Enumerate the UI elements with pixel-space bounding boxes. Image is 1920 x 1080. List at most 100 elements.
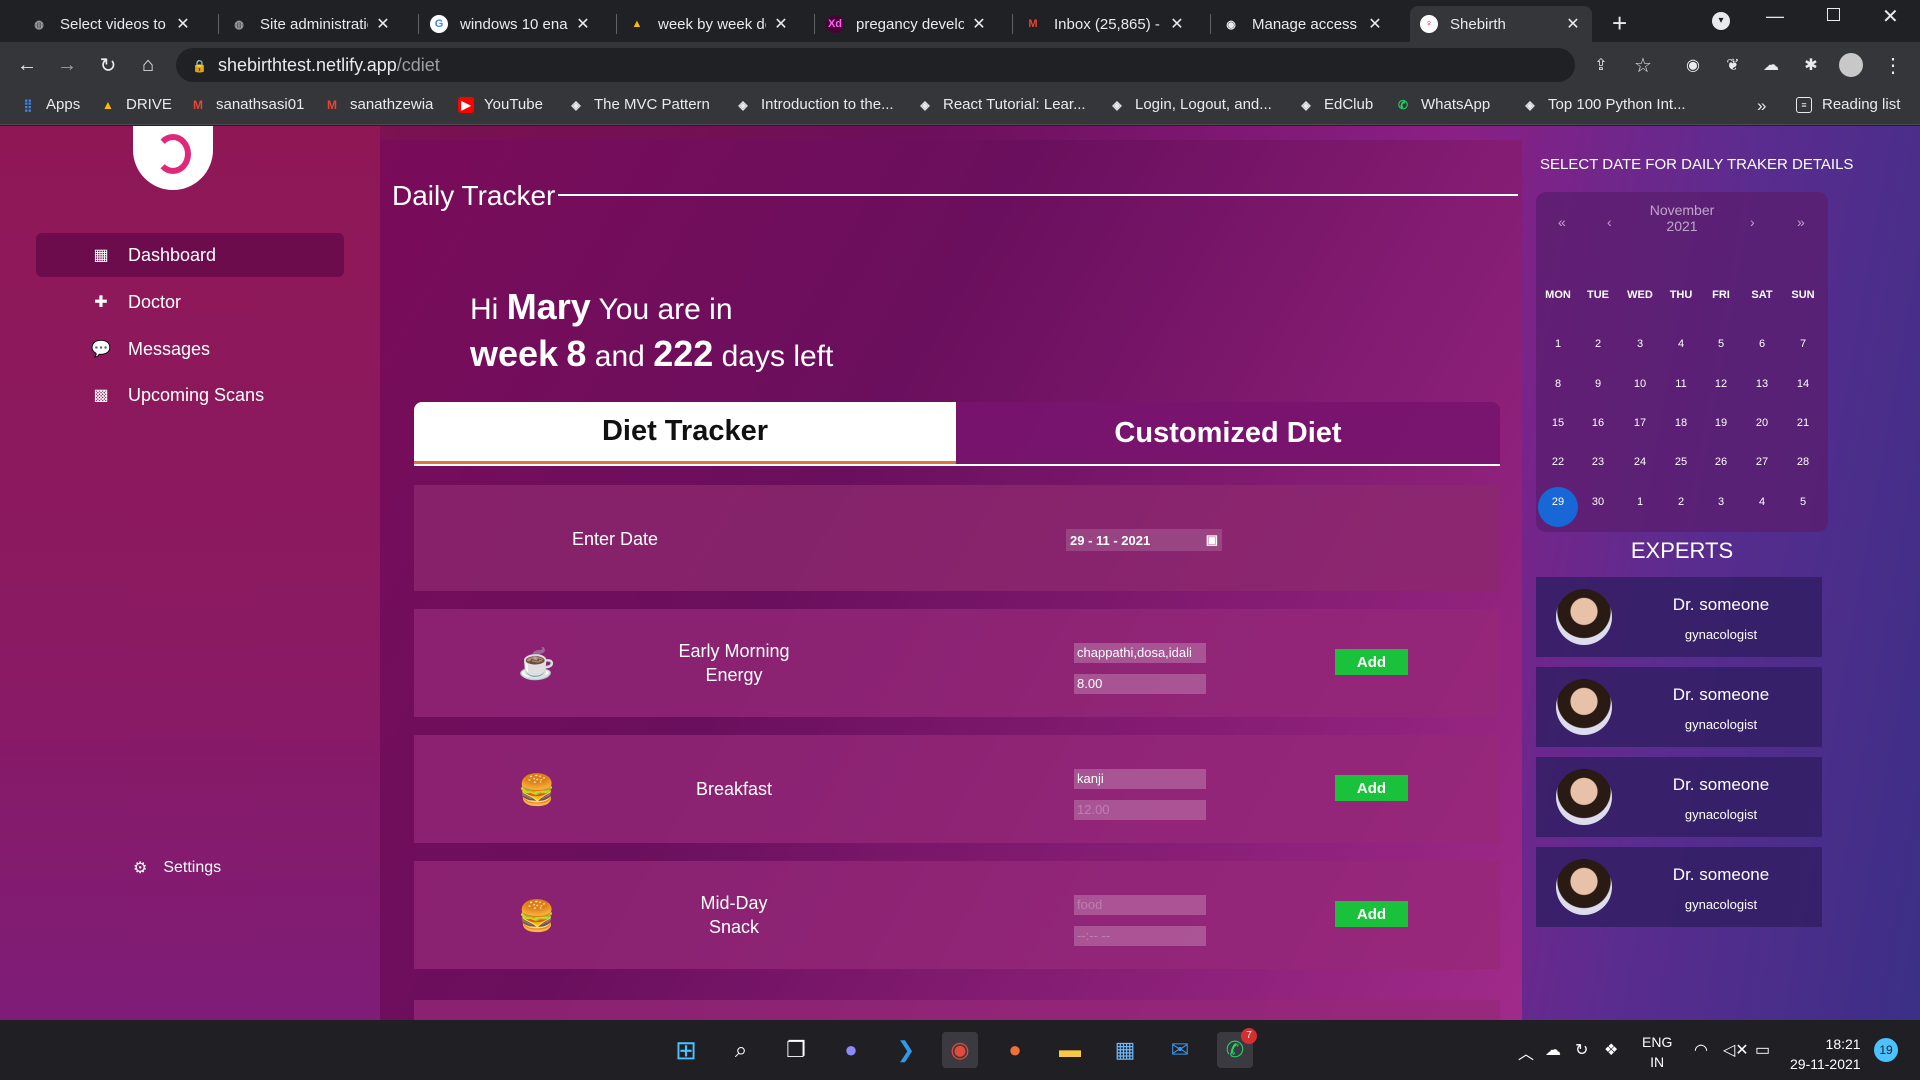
whatsapp-taskbar-icon[interactable]: ✆ 7 <box>1217 1028 1257 1068</box>
bookmark-item[interactable]: ◈ Login, Logout, and... <box>1109 96 1271 113</box>
tab-close-icon[interactable]: ✕ <box>374 14 392 34</box>
bookmark-item[interactable]: ◈ Introduction to the... <box>735 96 893 113</box>
tray-chevron-icon[interactable]: ︿ <box>1518 1040 1534 1064</box>
extension-3-icon[interactable]: ☁ <box>1756 50 1786 80</box>
calendar-day[interactable]: 7 <box>1783 338 1823 350</box>
extension-2-icon[interactable]: ❦ <box>1718 50 1748 80</box>
extension-1-icon[interactable]: ◉ <box>1678 50 1708 80</box>
expert-card[interactable]: Dr. someone gynacologist <box>1536 667 1822 747</box>
browser-tab[interactable]: ◍ Select videos to cl ✕ <box>20 6 202 42</box>
notification-badge[interactable]: 19 <box>1874 1038 1898 1062</box>
calendar-day[interactable]: 28 <box>1783 456 1823 468</box>
wifi-icon[interactable]: ◠ <box>1694 1040 1708 1060</box>
food-input[interactable]: chappathi,dosa,idali <box>1074 643 1206 663</box>
browser-tab[interactable]: Xd pregancy develop ✕ <box>816 6 998 42</box>
bookmark-item[interactable]: ▶ YouTube <box>458 96 543 113</box>
sidebar-item-upcoming-scans[interactable]: ▩ Upcoming Scans <box>36 373 344 417</box>
postman-icon[interactable]: ● <box>997 1032 1033 1068</box>
app-tray-icon[interactable]: ❖ <box>1604 1040 1618 1060</box>
tab-customized-diet[interactable]: Customized Diet <box>956 402 1500 464</box>
reading-list-button[interactable]: ≡ Reading list <box>1796 96 1900 113</box>
calendar-day[interactable]: 18 <box>1661 417 1701 429</box>
calendar-day[interactable]: 24 <box>1620 456 1660 468</box>
search-icon[interactable]: ⌕ <box>723 1032 759 1068</box>
language-indicator[interactable]: ENG IN <box>1642 1032 1672 1072</box>
calendar-day[interactable]: 13 <box>1742 378 1782 390</box>
tab-diet-tracker[interactable]: Diet Tracker <box>414 402 956 464</box>
star-icon[interactable]: ☆ <box>1628 50 1658 80</box>
calendar-day[interactable]: 12 <box>1701 378 1741 390</box>
expert-card[interactable]: Dr. someone gynacologist <box>1536 847 1822 927</box>
calendar-day[interactable]: 19 <box>1701 417 1741 429</box>
calendar-day[interactable]: 4 <box>1661 338 1701 350</box>
date-input[interactable]: 29 - 11 - 2021 ▣ <box>1066 529 1222 551</box>
extensions-puzzle-icon[interactable]: ✱ <box>1796 50 1826 80</box>
profile-avatar[interactable] <box>1836 50 1866 80</box>
next-year-button[interactable]: » <box>1797 214 1805 230</box>
time-input[interactable]: 12.00 <box>1074 800 1206 820</box>
time-input[interactable]: 8.00 <box>1074 674 1206 694</box>
mail-icon[interactable]: ✉ <box>1162 1032 1198 1068</box>
sync-icon[interactable]: ↻ <box>1575 1040 1588 1060</box>
battery-icon[interactable]: ▭ <box>1755 1040 1770 1060</box>
share-icon[interactable]: ⇪ <box>1586 50 1616 80</box>
sidebar-item-doctor[interactable]: ✚ Doctor <box>36 280 344 324</box>
food-input[interactable]: kanji <box>1074 769 1206 789</box>
calendar-day[interactable]: 5 <box>1701 338 1741 350</box>
tab-close-icon[interactable]: ✕ <box>174 14 192 34</box>
calendar-day[interactable]: 17 <box>1620 417 1660 429</box>
teams-chat-icon[interactable]: ● <box>833 1032 869 1068</box>
home-icon[interactable]: ⌂ <box>133 50 163 80</box>
reload-icon[interactable]: ↻ <box>93 50 123 80</box>
food-input[interactable]: food <box>1074 895 1206 915</box>
sidebar-item-messages[interactable]: 💬 Messages <box>36 327 344 371</box>
sidebar-item-dashboard[interactable]: ▦ Dashboard <box>36 233 344 277</box>
tab-close-icon[interactable]: ✕ <box>1168 14 1186 34</box>
file-explorer-icon[interactable]: ▬ <box>1052 1032 1088 1068</box>
bookmark-item[interactable]: ◈ Top 100 Python Int... <box>1522 96 1685 113</box>
tab-close-icon[interactable]: ✕ <box>574 14 592 34</box>
close-window-button[interactable]: ✕ <box>1882 4 1899 29</box>
add-button[interactable]: Add <box>1335 649 1408 675</box>
calendar-day[interactable]: 23 <box>1578 456 1618 468</box>
browser-tab[interactable]: ◍ Site administration ✕ <box>220 6 402 42</box>
bookmark-item[interactable]: ◈ React Tutorial: Lear... <box>917 96 1085 113</box>
expert-card[interactable]: Dr. someone gynacologist <box>1536 757 1822 837</box>
calendar-day[interactable]: 8 <box>1538 378 1578 390</box>
bookmark-item[interactable]: Msanathsasi01 <box>190 96 304 113</box>
bookmark-item[interactable]: ⣿ Apps <box>20 96 81 113</box>
browser-tab[interactable]: ▲ week by week dev ✕ <box>618 6 800 42</box>
calendar-day[interactable]: 22 <box>1538 456 1578 468</box>
task-view-icon[interactable]: ❐ <box>778 1032 814 1068</box>
calendar-day[interactable]: 27 <box>1742 456 1782 468</box>
browser-tab[interactable]: ◉ Manage access ✕ <box>1212 6 1394 42</box>
browser-tab[interactable]: ♀ Shebirth ✕ <box>1410 6 1592 42</box>
calendar-day[interactable]: 14 <box>1783 378 1823 390</box>
bookmark-item[interactable]: ◈ EdClub <box>1298 96 1373 113</box>
calendar-day[interactable]: 26 <box>1701 456 1741 468</box>
calendar-day[interactable]: 30 <box>1578 496 1618 508</box>
forward-icon[interactable]: → <box>52 50 82 80</box>
calendar-day[interactable]: 10 <box>1620 378 1660 390</box>
volume-icon[interactable]: ◁✕ <box>1723 1040 1749 1060</box>
new-tab-button[interactable]: + <box>1612 8 1627 39</box>
store-icon[interactable]: ▦ <box>1107 1032 1143 1068</box>
calendar-day[interactable]: 3 <box>1620 338 1660 350</box>
vscode-icon[interactable]: ❯ <box>888 1032 924 1068</box>
bookmarks-more-button[interactable]: » <box>1757 96 1766 116</box>
address-bar[interactable]: 🔒 shebirthtest.netlify.app/cdiet <box>176 48 1575 82</box>
calendar-day[interactable]: 25 <box>1661 456 1701 468</box>
bookmark-item[interactable]: ✆ WhatsApp <box>1395 96 1490 113</box>
time-input[interactable]: --:-- -- <box>1074 926 1206 946</box>
add-button[interactable]: Add <box>1335 775 1408 801</box>
calendar-day[interactable]: 1 <box>1538 338 1578 350</box>
expert-card[interactable]: Dr. someone gynacologist <box>1536 577 1822 657</box>
calendar-day[interactable]: 2 <box>1661 496 1701 508</box>
calendar-day[interactable]: 4 <box>1742 496 1782 508</box>
next-month-button[interactable]: › <box>1750 214 1755 230</box>
calendar-day[interactable]: 11 <box>1661 378 1701 390</box>
start-icon[interactable]: ⊞ <box>668 1032 704 1068</box>
minimize-button[interactable]: — <box>1766 6 1784 27</box>
onedrive-icon[interactable]: ☁ <box>1545 1040 1561 1060</box>
calendar-day[interactable]: 20 <box>1742 417 1782 429</box>
